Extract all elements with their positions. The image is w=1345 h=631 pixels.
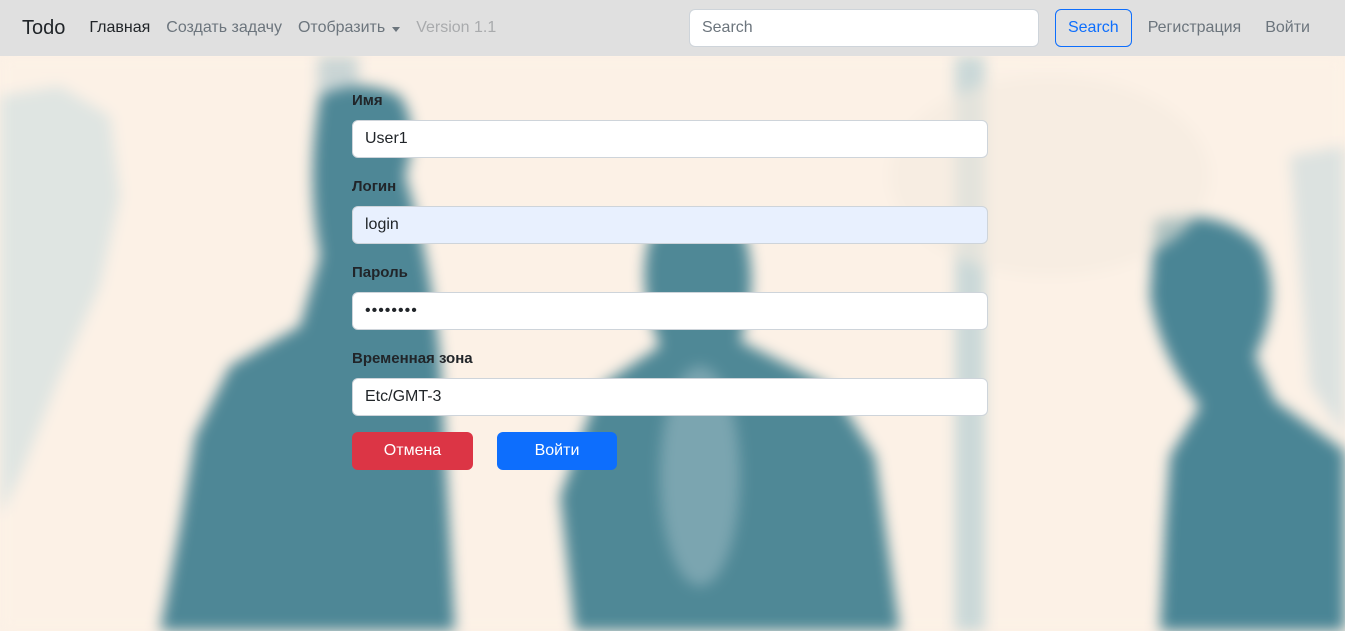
chevron-down-icon <box>392 26 401 32</box>
submit-button[interactable]: Войти <box>497 432 617 470</box>
login-label: Логин <box>352 178 397 195</box>
search-button[interactable]: Search <box>1054 9 1132 47</box>
name-field[interactable] <box>352 120 988 158</box>
search-input[interactable] <box>688 9 1039 47</box>
nav-link-create-task[interactable]: Создать задачу <box>166 0 282 56</box>
nav-dropdown-display[interactable]: Отобразить <box>297 0 401 56</box>
navbar: Todo Главная Создать задачу Отобразить V… <box>0 0 1345 56</box>
timezone-label: Временная зона <box>352 350 473 367</box>
register-link[interactable]: Регистрация <box>1148 0 1242 56</box>
timezone-field[interactable] <box>352 378 988 416</box>
name-group: Имя <box>352 91 383 111</box>
login-field[interactable] <box>352 206 988 244</box>
version-label: Version 1.1 <box>416 19 497 36</box>
nav-right-group: Search Регистрация Войти <box>688 0 1345 56</box>
timezone-group: Временная зона <box>352 349 473 369</box>
nav-link-home[interactable]: Главная <box>89 0 150 56</box>
password-field[interactable] <box>352 292 988 330</box>
form-actions: Отмена Войти <box>352 432 988 470</box>
name-label: Имя <box>352 92 383 109</box>
brand-logo[interactable]: Todo <box>22 0 65 56</box>
password-label: Пароль <box>352 264 408 281</box>
login-group: Логин <box>352 177 396 197</box>
cancel-button[interactable]: Отмена <box>352 432 473 470</box>
nav-dropdown-label: Отобразить <box>297 19 386 36</box>
login-link[interactable]: Войти <box>1265 0 1310 56</box>
password-group: Пароль <box>352 263 408 283</box>
